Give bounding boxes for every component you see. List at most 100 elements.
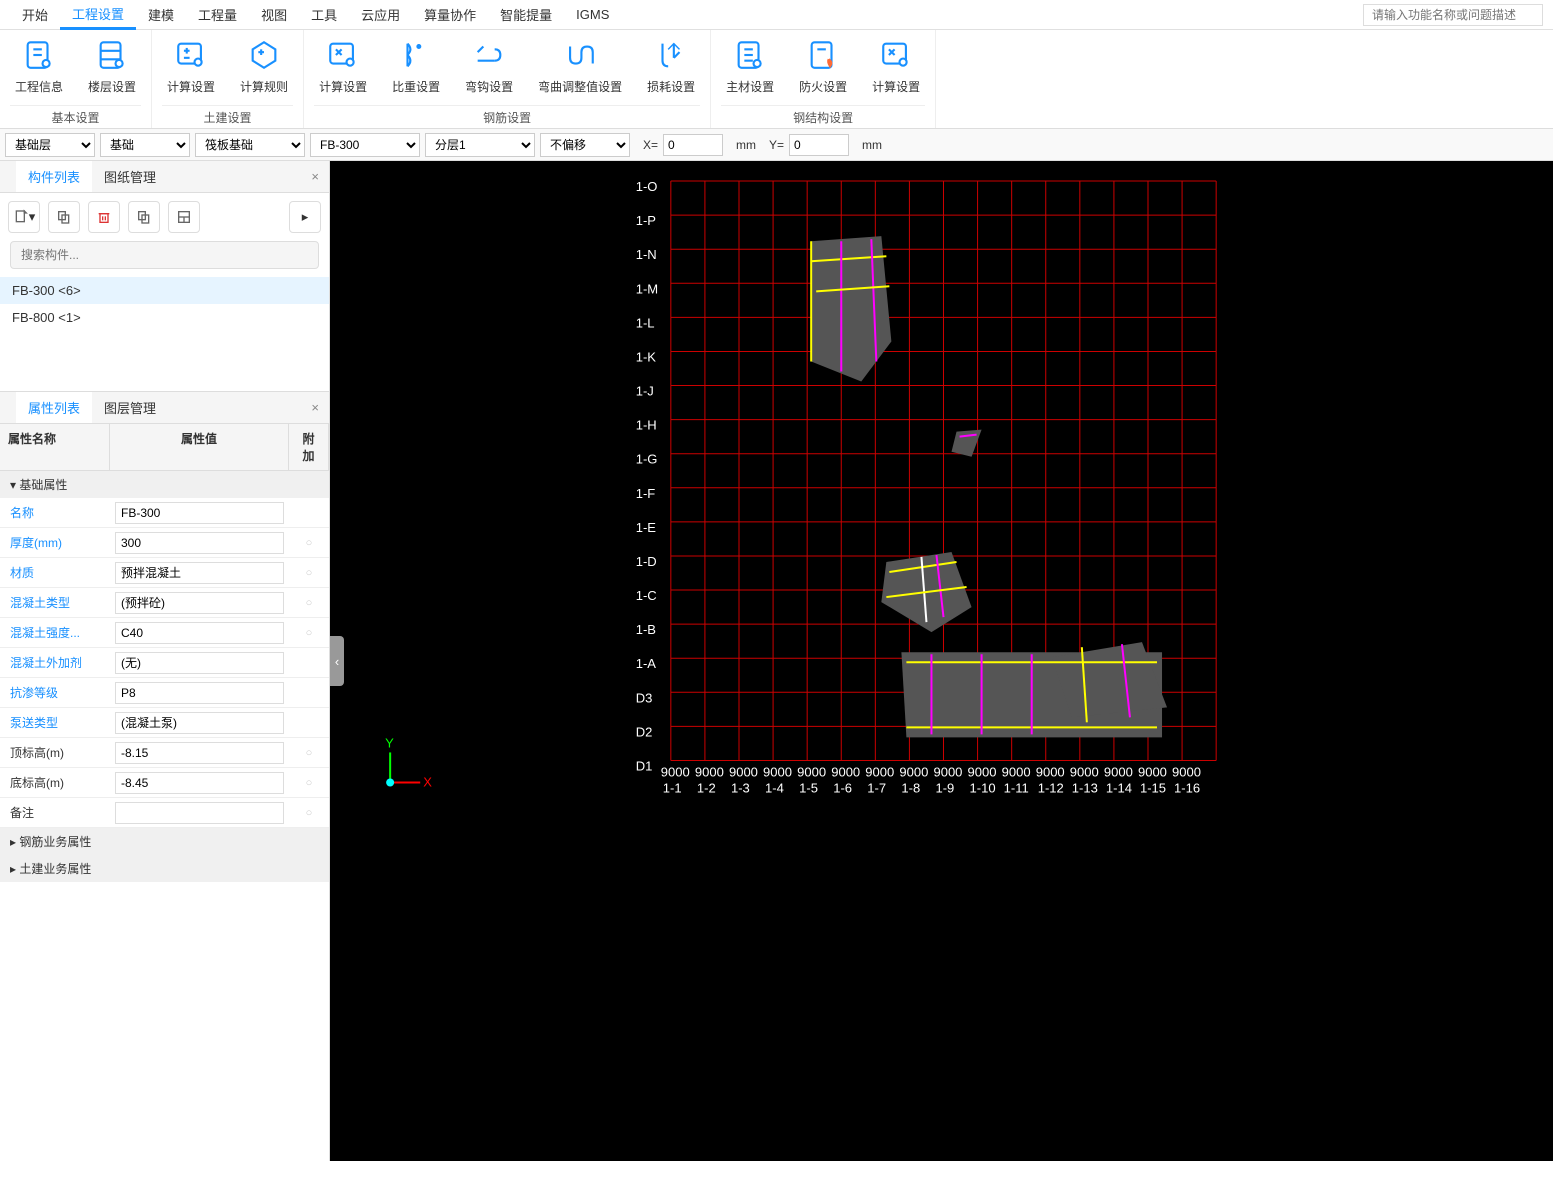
btn-calc-rules[interactable]: 计算规则: [235, 35, 293, 97]
hook-icon: [471, 37, 507, 73]
btn-loss[interactable]: 损耗设置: [642, 35, 700, 97]
prop-value[interactable]: [110, 769, 289, 797]
menu-smart[interactable]: 智能提量: [488, 1, 564, 28]
menu-project-settings[interactable]: 工程设置: [60, 0, 136, 30]
section-label: 钢筋业务属性: [19, 835, 91, 849]
global-search[interactable]: [1363, 4, 1543, 26]
tab-layers[interactable]: 图层管理: [92, 392, 168, 423]
canvas[interactable]: ‹: [330, 161, 1553, 1161]
svg-text:9000: 9000: [899, 765, 928, 780]
offset-select[interactable]: 不偏移: [540, 133, 630, 157]
prop-value[interactable]: [110, 709, 289, 737]
btn-hook[interactable]: 弯钩设置: [460, 35, 518, 97]
btn-floor-settings[interactable]: 楼层设置: [83, 35, 141, 97]
prop-input[interactable]: [115, 682, 284, 704]
svg-text:1-1: 1-1: [663, 781, 682, 796]
svg-text:9000: 9000: [1002, 765, 1031, 780]
svg-text:1-A: 1-A: [636, 656, 657, 671]
prop-value[interactable]: [110, 589, 289, 617]
prop-value[interactable]: [110, 619, 289, 647]
btn-project-info[interactable]: 工程信息: [10, 35, 68, 97]
calc-icon: [173, 37, 209, 73]
group-title: 基本设置: [10, 105, 141, 126]
btn-calc-settings[interactable]: 计算设置: [162, 35, 220, 97]
new-icon[interactable]: ▾: [8, 201, 40, 233]
btn-rebar-calc[interactable]: 计算设置: [314, 35, 372, 97]
label: 计算设置: [167, 78, 215, 95]
col-name: 属性名称: [0, 424, 110, 470]
prop-value[interactable]: [110, 499, 289, 527]
menu-collab[interactable]: 算量协作: [412, 1, 488, 28]
prop-value[interactable]: [110, 739, 289, 767]
prop-value[interactable]: [110, 559, 289, 587]
delete-icon[interactable]: [88, 201, 120, 233]
menu-quantity[interactable]: 工程量: [186, 1, 249, 28]
prop-input[interactable]: [115, 562, 284, 584]
svg-text:9000: 9000: [1172, 765, 1201, 780]
y-input[interactable]: [789, 134, 849, 156]
prop-input[interactable]: [115, 592, 284, 614]
menu-igms[interactable]: IGMS: [564, 3, 621, 26]
svg-text:1-P: 1-P: [636, 213, 656, 228]
menu-modeling[interactable]: 建模: [136, 1, 186, 28]
svg-text:1-H: 1-H: [636, 418, 657, 433]
btn-bend-adjust[interactable]: 弯曲调整值设置: [533, 35, 627, 97]
svg-text:1-8: 1-8: [901, 781, 920, 796]
prop-input[interactable]: [115, 772, 284, 794]
menu-tools[interactable]: 工具: [299, 1, 349, 28]
prop-input[interactable]: [115, 622, 284, 644]
svg-text:1-N: 1-N: [636, 247, 657, 262]
svg-text:1-L: 1-L: [636, 315, 655, 330]
wave-icon: [562, 37, 598, 73]
svg-text:1-12: 1-12: [1038, 781, 1064, 796]
prop-input[interactable]: [115, 802, 284, 824]
menu-view[interactable]: 视图: [249, 1, 299, 28]
tab-component-list[interactable]: 构件列表: [16, 161, 92, 192]
prop-value[interactable]: [110, 529, 289, 557]
duplicate-icon[interactable]: [128, 201, 160, 233]
tab-drawing-mgmt[interactable]: 图纸管理: [92, 161, 168, 192]
prop-extra: ○: [289, 777, 329, 789]
component-select[interactable]: FB-300: [310, 133, 420, 157]
copy-icon[interactable]: [48, 201, 80, 233]
list-item[interactable]: FB-300 <6>: [0, 277, 329, 304]
menu-cloud[interactable]: 云应用: [349, 1, 412, 28]
more-icon[interactable]: ▸: [289, 201, 321, 233]
btn-fireproof[interactable]: 防火设置: [794, 35, 852, 97]
btn-steel-calc[interactable]: 计算设置: [867, 35, 925, 97]
label: 计算设置: [319, 78, 367, 95]
section-civil[interactable]: ▸ 土建业务属性: [0, 855, 329, 882]
svg-text:1-3: 1-3: [731, 781, 750, 796]
tab-properties[interactable]: 属性列表: [16, 392, 92, 423]
prop-value[interactable]: [110, 649, 289, 677]
close-icon[interactable]: ×: [301, 400, 329, 415]
component-search-input[interactable]: [10, 241, 319, 269]
type-select[interactable]: 筏板基础: [195, 133, 305, 157]
col-extra: 附加: [289, 424, 329, 470]
layout-icon[interactable]: [168, 201, 200, 233]
floor-select[interactable]: 基础层: [5, 133, 95, 157]
prop-input[interactable]: [115, 742, 284, 764]
label: 计算设置: [872, 78, 920, 95]
section-basic[interactable]: ▾ 基础属性: [0, 471, 329, 498]
menu-start[interactable]: 开始: [10, 1, 60, 28]
prop-value[interactable]: [110, 799, 289, 827]
layer-select[interactable]: 分层1: [425, 133, 535, 157]
prop-name: 混凝土外加剂: [0, 648, 110, 677]
category-select[interactable]: 基础: [100, 133, 190, 157]
btn-main-material[interactable]: 主材设置: [721, 35, 779, 97]
prop-input[interactable]: [115, 712, 284, 734]
prop-input[interactable]: [115, 502, 284, 524]
prop-value[interactable]: [110, 679, 289, 707]
x-input[interactable]: [663, 134, 723, 156]
list-item[interactable]: FB-800 <1>: [0, 304, 329, 331]
global-search-input[interactable]: [1363, 4, 1543, 26]
x-label: X=: [643, 138, 658, 152]
close-icon[interactable]: ×: [301, 169, 329, 184]
prop-input[interactable]: [115, 652, 284, 674]
btn-weight[interactable]: 比重设置: [387, 35, 445, 97]
prop-name: 备注: [0, 798, 110, 827]
svg-text:D3: D3: [636, 690, 653, 705]
section-rebar[interactable]: ▸ 钢筋业务属性: [0, 828, 329, 855]
prop-input[interactable]: [115, 532, 284, 554]
